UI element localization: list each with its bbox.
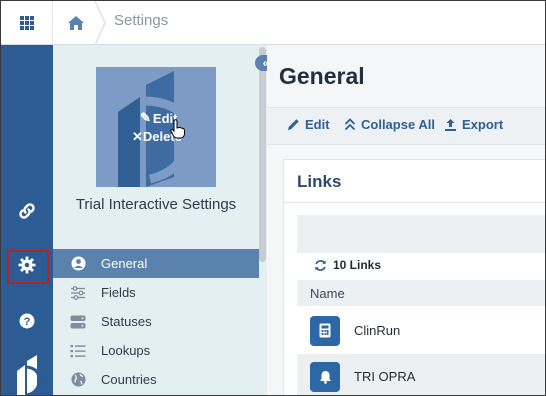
toolbar: Edit Collapse All Export: [267, 107, 545, 145]
menu-item-lookups[interactable]: Lookups: [53, 336, 259, 365]
refresh-icon[interactable]: [314, 259, 327, 272]
calculator-icon: [310, 315, 340, 346]
menu-item-label: Fields: [101, 285, 136, 300]
links-grid-header: [297, 215, 545, 253]
table-row[interactable]: TRI OPRA: [297, 354, 545, 395]
bell-icon: [310, 361, 340, 392]
table-row[interactable]: ClinRun: [297, 308, 545, 353]
menu-item-fields[interactable]: Fields: [53, 278, 259, 307]
settings-panel-title: Trial Interactive Settings: [75, 196, 237, 213]
list-icon: [69, 342, 87, 360]
panel-scrollbar-thumb[interactable]: [259, 47, 266, 262]
settings-panel: ✎ Edit ✕Delete Trial Interactive Setting…: [53, 45, 267, 395]
edit-label: Edit: [305, 117, 330, 132]
collapse-all-button[interactable]: Collapse All: [344, 117, 435, 132]
double-chevron-up-icon: [344, 118, 356, 131]
app-grid-button[interactable]: [1, 1, 53, 45]
pencil-icon: [288, 119, 299, 130]
menu-item-label: General: [101, 256, 148, 271]
links-card: Links 10 Links Name ClinRun TRI OPRA: [283, 159, 545, 395]
user-circle-icon: [69, 255, 87, 273]
menu-item-general[interactable]: General: [53, 249, 259, 278]
trial-interactive-logo: [17, 355, 41, 395]
pencil-icon: ✎: [140, 110, 151, 125]
links-card-title: Links: [297, 172, 342, 191]
x-icon: ✕: [132, 129, 143, 144]
row-label: ClinRun: [354, 323, 401, 338]
settings-menu: General Fields Statuses Lookups Countrie…: [53, 249, 259, 394]
page-title: General: [279, 63, 365, 89]
menu-item-countries[interactable]: Countries: [53, 365, 259, 394]
upload-icon: [445, 118, 456, 131]
links-count: 10 Links: [314, 258, 381, 272]
hand-pointer-icon: [170, 119, 185, 139]
gear-icon: [18, 256, 36, 274]
help-nav-button[interactable]: ?: [1, 301, 53, 341]
grid-icon: [19, 16, 34, 30]
breadcrumb-separator: [94, 1, 106, 45]
settings-avatar[interactable]: ✎ Edit ✕Delete: [96, 67, 216, 187]
collapse-all-label: Collapse All: [361, 117, 435, 132]
edit-button[interactable]: Edit: [287, 117, 330, 132]
left-rail: ?: [1, 45, 53, 395]
main-content: General Edit Collapse All Export Links 1…: [267, 45, 545, 395]
links-count-label: 10 Links: [333, 258, 382, 272]
column-header-label: Name: [310, 286, 345, 301]
column-header-name[interactable]: Name: [297, 280, 545, 306]
toggle-icon: [69, 313, 87, 331]
export-button[interactable]: Export: [444, 117, 503, 132]
menu-item-statuses[interactable]: Statuses: [53, 307, 259, 336]
menu-item-label: Statuses: [101, 314, 152, 329]
top-bar: Settings: [1, 1, 545, 45]
menu-item-label: Countries: [101, 372, 157, 387]
sliders-icon: [69, 284, 87, 302]
home-icon: [68, 16, 84, 30]
export-label: Export: [462, 117, 504, 132]
breadcrumb-current: Settings: [114, 12, 169, 29]
panel-scrollbar[interactable]: [259, 45, 267, 395]
menu-item-label: Lookups: [101, 343, 151, 358]
help-icon: ?: [19, 313, 35, 329]
row-label: TRI OPRA: [354, 369, 416, 384]
app-window: Settings ? ✎ Edit ✕Delete Trial Interact…: [0, 0, 546, 396]
svg-text:?: ?: [24, 316, 31, 328]
links-nav-button[interactable]: [1, 191, 53, 231]
trial-interactive-logo-large: [118, 71, 193, 187]
link-icon: [19, 203, 35, 219]
card-divider: [284, 202, 545, 203]
settings-nav-button[interactable]: [1, 245, 53, 285]
globe-icon: [69, 371, 87, 389]
